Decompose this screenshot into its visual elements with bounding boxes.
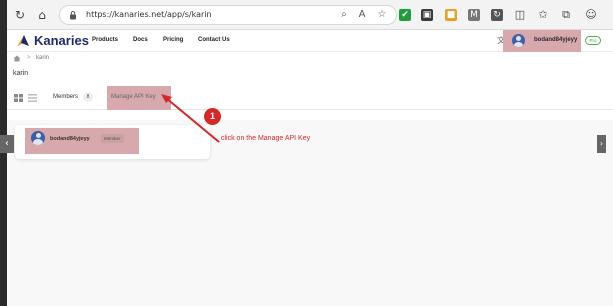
refresh-icon[interactable]: ↻	[13, 8, 27, 22]
gmail-extension-icon[interactable]: M	[468, 9, 480, 21]
read-aloud-icon[interactable]: A	[356, 9, 368, 21]
page-title: karin	[13, 70, 29, 77]
step-number-badge: 1	[204, 108, 221, 125]
brand-name[interactable]: Kanaries	[34, 33, 89, 48]
kanaries-logo-icon	[17, 35, 29, 47]
sync-extension-icon[interactable]: ↻	[491, 9, 503, 21]
list-view-icon[interactable]	[28, 94, 37, 102]
grid-view-icon[interactable]	[14, 94, 23, 102]
browser-toolbar: ↻ ⌂ https://kanaries.net/app/s/karin ⌕ A…	[7, 0, 613, 30]
breadcrumb-separator: >	[27, 55, 31, 61]
app-header: Kanaries Products Docs Pricing Contact U…	[7, 30, 613, 52]
previous-step-arrow-icon[interactable]: ‹	[0, 135, 14, 153]
members-count-badge: 8	[83, 92, 93, 102]
plan-badge: Pro	[585, 36, 601, 45]
tab-members[interactable]: Members	[53, 94, 78, 100]
nav-docs[interactable]: Docs	[133, 37, 148, 43]
address-bar[interactable]: https://kanaries.net/app/s/karin ⌕ A ☆	[59, 5, 397, 25]
green-check-extension-icon[interactable]: ✔	[399, 9, 411, 21]
monitor-extension-icon[interactable]: ▣	[421, 9, 433, 21]
lock-icon	[70, 11, 76, 20]
collections-icon[interactable]: ⧉	[559, 8, 573, 22]
nav-contact-us[interactable]: Contact Us	[198, 37, 230, 43]
nav-pricing[interactable]: Pricing	[163, 37, 183, 43]
search-icon[interactable]: ⌕	[338, 9, 350, 21]
breadcrumb-current: karin	[36, 55, 50, 61]
colorful-extension-icon[interactable]: ■	[445, 9, 457, 21]
tab-manage-api-key-label: Manage API Key	[111, 94, 156, 100]
split-screen-icon[interactable]: ◫	[513, 8, 527, 22]
user-name: bodand84yjeyy	[534, 37, 578, 43]
browser-window: ↻ ⌂ https://kanaries.net/app/s/karin ⌕ A…	[7, 0, 613, 306]
favorite-star-icon[interactable]: ☆	[376, 9, 388, 21]
nav-products[interactable]: Products	[92, 37, 118, 43]
favorites-icon[interactable]: ✩	[536, 8, 550, 22]
avatar	[31, 131, 45, 145]
member-name: bodand84yjeyy	[50, 136, 90, 142]
member-role-badge: Member	[101, 134, 124, 143]
url-text: https://kanaries.net/app/s/karin	[86, 10, 212, 19]
next-step-arrow-icon[interactable]: ›	[597, 135, 606, 153]
profile-icon[interactable]: ☺	[584, 8, 598, 22]
user-menu[interactable]: bodand84yjeyy	[503, 30, 581, 52]
avatar	[512, 34, 525, 47]
home-icon[interactable]: ⌂	[35, 8, 49, 22]
tab-bar: Members 8 Manage API Key	[7, 86, 613, 110]
home-icon[interactable]	[13, 55, 21, 62]
content-area: bodand84yjeyy Member	[7, 120, 613, 306]
step-instruction-text: click on the Manage API Key	[221, 135, 311, 142]
